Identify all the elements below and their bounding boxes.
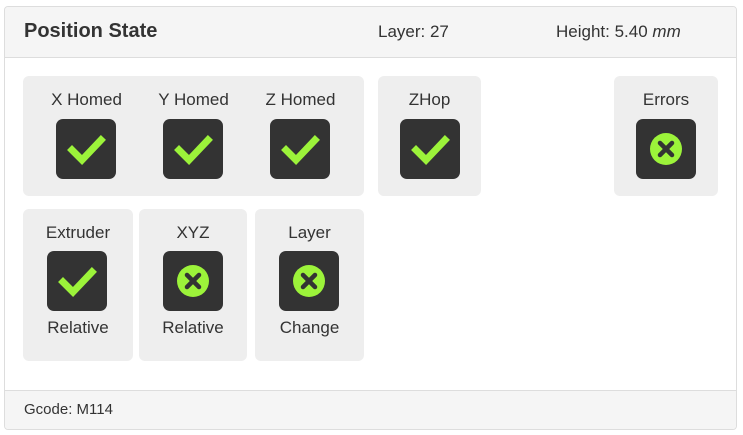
extruder-relative-label-bottom: Relative [47,318,109,337]
panel-footer: Gcode: M114 [5,390,736,429]
extruder-relative-label-top: Extruder [45,223,111,242]
errors-label: Errors [642,90,690,109]
xyz-relative-label-bottom: Relative [162,318,224,337]
z-homed-label: Z Homed [265,90,336,109]
height-unit: mm [652,22,681,41]
check-icon [270,119,330,179]
y-homed-indicator: Y Homed [140,76,247,179]
check-icon [400,119,460,179]
layer-change-tile: Layer Change [255,209,364,337]
x-homed-label: X Homed [51,90,122,109]
extruder-relative-tile: Extruder Relative [23,209,133,337]
layer-change-label-top: Layer [288,223,331,242]
xyz-relative-tile: XYZ Relative [139,209,247,337]
check-icon [56,119,116,179]
layer-change-label-bottom: Change [279,318,340,337]
zhop-indicator: ZHop [378,76,481,196]
xyz-relative-indicator: XYZ Relative [139,209,247,361]
gcode-readout: Gcode: M114 [24,401,113,418]
extruder-relative-indicator: Extruder Relative [23,209,133,361]
zhop-label: ZHop [408,90,451,109]
zhop-tile: ZHop [378,76,481,179]
y-homed-label: Y Homed [158,90,229,109]
layer-change-indicator: Layer Change [255,209,364,361]
position-state-panel: Position State Layer: 27 Height: 5.40 mm… [4,6,737,430]
z-homed-indicator: Z Homed [247,76,354,179]
errors-tile: Errors [614,76,718,179]
x-homed-indicator: X Homed [33,76,140,179]
panel-heading: Position State Layer: 27 Height: 5.40 mm [5,7,736,58]
x-circle-icon [636,119,696,179]
height-readout: Height: 5.40 mm [556,22,681,42]
errors-indicator: Errors [614,76,718,196]
height-value: Height: 5.40 [556,22,648,41]
panel-title: Position State [24,20,158,42]
check-icon [163,119,223,179]
layer-readout: Layer: 27 [378,22,449,41]
homed-group: X Homed Y Homed Z Homed [23,76,364,196]
x-circle-icon [163,251,223,311]
xyz-relative-label-top: XYZ [176,223,210,242]
x-circle-icon [279,251,339,311]
check-icon [47,251,107,311]
